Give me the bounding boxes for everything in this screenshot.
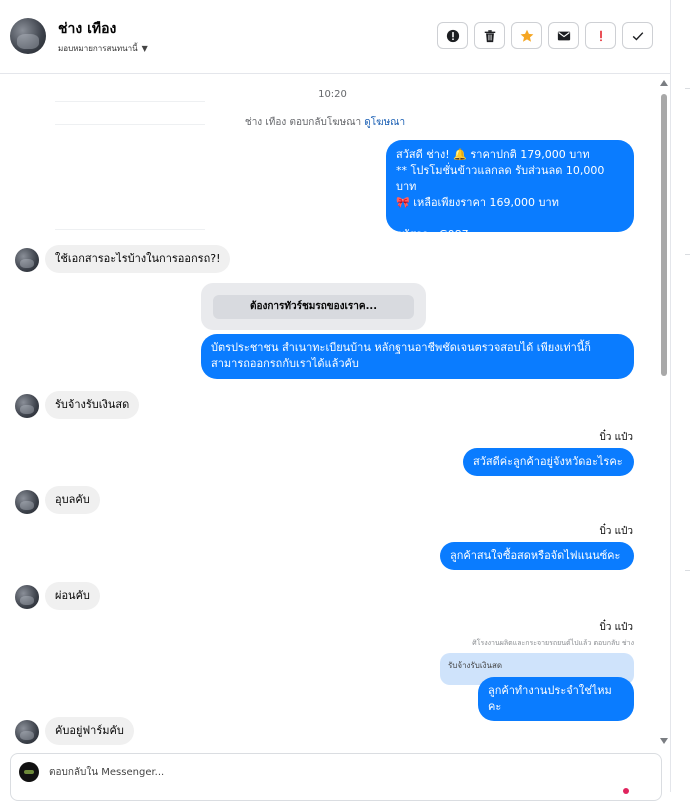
alert-circle-icon (446, 29, 459, 42)
agent-name: บิ๋ว แป๋ว (599, 622, 633, 633)
alert-button[interactable] (437, 22, 468, 49)
agent-name: บิ๋ว แป๋ว (599, 526, 633, 537)
customer-avatar[interactable] (15, 490, 39, 514)
ad-message-line: ** โปรโมชั่นข้าวแลกลด รับส่วนลด 10,000 บ… (396, 164, 605, 193)
ad-message-line: รหัสรถ : G087 (396, 228, 469, 241)
tour-request-button[interactable]: ต้องการทัวร์ชมรถของเราค... (213, 295, 414, 319)
divider-line (55, 101, 205, 102)
mail-button[interactable] (548, 22, 579, 49)
customer-avatar[interactable] (15, 720, 39, 744)
contact-avatar[interactable] (10, 18, 46, 54)
spam-button[interactable] (585, 22, 616, 49)
agent-name: บิ๋ว แป๋ว (599, 432, 633, 443)
conversation-header: ช่าง เทือง มอบหมายการสนทนานี้ ▼ (0, 0, 670, 74)
ad-message-line: สวัสดี ช่าง! 🔔 ราคาปกติ 179,000 บาท (396, 148, 590, 161)
scroll-up-arrow-icon[interactable] (660, 80, 668, 86)
outgoing-message: บัตรประชาชน สำเนาทะเบียนบ้าน หลักฐานอาชี… (201, 334, 634, 379)
notification-dot-icon (623, 788, 629, 794)
trash-icon (484, 29, 495, 42)
panel-divider (685, 570, 690, 571)
incoming-message: ใช้เอกสารอะไรบ้างในการออกรถ?! (45, 245, 231, 273)
scrollbar-thumb[interactable] (661, 94, 667, 376)
view-ad-link[interactable]: ดูโฆษณา (364, 117, 405, 128)
delete-button[interactable] (474, 22, 505, 49)
ad-reply-text: ช่าง เทือง ตอบกลับโฆษณา (244, 117, 362, 128)
message-thread[interactable]: 10:20 ช่าง เทือง ตอบกลับโฆษณา ดูโฆษณา สว… (0, 75, 658, 753)
ad-reply-note: ช่าง เทือง ตอบกลับโฆษณา ดูโฆษณา (0, 115, 650, 130)
customer-avatar[interactable] (15, 248, 39, 272)
star-button[interactable] (511, 22, 542, 49)
message-timestamp: 10:20 (318, 89, 347, 100)
outgoing-message: ลูกค้าทำงานประจำใช่ไหมคะ (478, 677, 634, 721)
reply-context: ศิโรงงานผลิตและกระจายรถยนต์ไปแล้ว ตอบกลั… (472, 639, 634, 647)
header-actions (437, 22, 653, 49)
exclamation-icon (599, 30, 602, 41)
thread-scrollbar[interactable] (658, 80, 670, 744)
incoming-message: คับอยู่ฟาร์มคับ (45, 717, 134, 745)
incoming-message: อุบลคับ (45, 486, 100, 514)
panel-divider (685, 254, 690, 255)
done-button[interactable] (622, 22, 653, 49)
outgoing-message: สวัสดีค่ะลูกค้าอยู่จังหวัดอะไรคะ (463, 448, 634, 476)
reply-input[interactable] (47, 766, 591, 779)
ad-message-line (396, 211, 624, 227)
page-logo-icon (19, 762, 39, 782)
star-icon (520, 29, 533, 42)
assign-conversation-dropdown[interactable]: มอบหมายการสนทนานี้ ▼ (58, 42, 148, 55)
assign-label: มอบหมายการสนทนานี้ (58, 44, 138, 53)
chevron-down-icon: ▼ (141, 44, 148, 53)
scroll-down-arrow-icon[interactable] (660, 738, 668, 744)
customer-avatar[interactable] (15, 585, 39, 609)
customer-avatar[interactable] (15, 394, 39, 418)
divider-line (55, 229, 205, 230)
ad-message-bubble: สวัสดี ช่าง! 🔔 ราคาปกติ 179,000 บาท ** โ… (386, 140, 634, 241)
side-panel-edge (670, 0, 690, 792)
incoming-message: รับจ้างรับเงินสด (45, 391, 140, 419)
check-icon (632, 31, 643, 40)
ad-message-line: 🎀 เหลือเพียงราคา 169,000 บาท (396, 196, 559, 209)
mail-icon (557, 31, 570, 40)
panel-divider (685, 88, 690, 89)
incoming-message: ผ่อนคับ (45, 582, 100, 610)
contact-name[interactable]: ช่าง เทือง (58, 18, 116, 40)
reply-composer (10, 753, 662, 801)
outgoing-message: ลูกค้าสนใจซื้อสดหรือจัดไฟแนนซ์คะ (440, 542, 634, 570)
